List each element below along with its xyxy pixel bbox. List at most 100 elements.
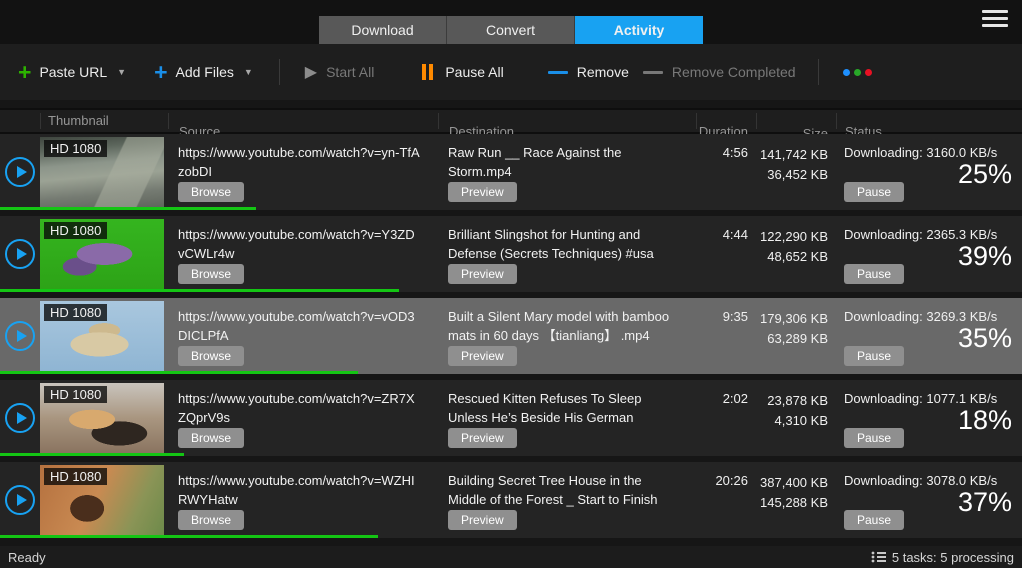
play-button[interactable] [5,157,35,187]
percent-text: 25% [958,159,1012,190]
size-downloaded: 63,289 KB [756,329,828,349]
header-play-column [0,113,40,129]
remove-completed-button[interactable]: Remove Completed [643,64,796,80]
header-duration: Duration [696,113,756,129]
size-downloaded: 36,452 KB [756,165,828,185]
add-files-button[interactable]: + Add Files ▼ [154,62,253,82]
preview-button[interactable]: Preview [448,510,517,530]
chevron-down-icon[interactable]: ▼ [244,67,253,77]
progress-bar [0,453,184,456]
download-list: HD 1080 https://www.youtube.com/watch?v=… [0,134,1022,538]
duration-value: 4:56 [696,134,756,210]
table-row[interactable]: HD 1080 https://www.youtube.com/watch?v=… [0,216,1022,292]
duration-value: 4:44 [696,216,756,292]
source-url: https://www.youtube.com/watch?v=vOD3DICL… [178,307,420,345]
destination-filename: Rescued Kitten Refuses To Sleep Unless H… [448,389,678,427]
preview-button[interactable]: Preview [448,428,517,448]
tab-download[interactable]: Download [319,16,447,44]
table-row[interactable]: HD 1080 https://www.youtube.com/watch?v=… [0,298,1022,374]
browse-button[interactable]: Browse [178,182,244,202]
header-status: Status [836,113,1022,129]
play-button[interactable] [5,321,35,351]
tab-convert[interactable]: Convert [447,16,575,44]
preview-button[interactable]: Preview [448,264,517,284]
table-row[interactable]: HD 1080 https://www.youtube.com/watch?v=… [0,380,1022,456]
tab-activity[interactable]: Activity [575,16,703,44]
browse-button[interactable]: Browse [178,346,244,366]
pause-button[interactable]: Pause [844,510,904,530]
quality-badge: HD 1080 [44,468,107,485]
status-ready-text: Ready [8,550,46,565]
add-files-label: Add Files [176,64,234,80]
size-total: 387,400 KB [756,473,828,493]
paste-url-button[interactable]: + Paste URL ▼ [18,62,126,82]
play-icon [17,494,27,506]
chevron-down-icon[interactable]: ▼ [117,67,126,77]
plus-icon: + [154,62,167,82]
toolbar-divider [818,59,819,85]
pause-button[interactable]: Pause [844,264,904,284]
pause-button[interactable]: Pause [844,346,904,366]
table-row[interactable]: HD 1080 https://www.youtube.com/watch?v=… [0,134,1022,210]
size-total: 179,306 KB [756,309,828,329]
tasks-count-text: 5 tasks: 5 processing [892,550,1014,565]
status-bar: Ready 5 tasks: 5 processing [0,546,1022,568]
duration-value: 2:02 [696,380,756,456]
progress-bar [0,535,378,538]
play-button[interactable] [5,239,35,269]
destination-filename: Built a Silent Mary model with bamboo ma… [448,307,678,345]
quality-badge: HD 1080 [44,140,107,157]
browse-button[interactable]: Browse [178,428,244,448]
video-thumbnail: HD 1080 [40,465,164,535]
video-thumbnail: HD 1080 [40,137,164,207]
source-url: https://www.youtube.com/watch?v=ZR7XZQpr… [178,389,420,427]
toolbar-divider [279,59,280,85]
progress-bar [0,289,399,292]
remove-label: Remove [577,64,629,80]
pause-icon [422,64,436,80]
start-all-button[interactable]: ▶ Start All [305,62,375,82]
percent-text: 37% [958,487,1012,518]
destination-filename: Building Secret Tree House in the Middle… [448,471,678,509]
more-options-dots[interactable] [843,69,876,76]
quality-badge: HD 1080 [44,304,107,321]
hamburger-menu-icon[interactable] [982,10,1008,31]
start-all-label: Start All [326,64,374,80]
pause-all-button[interactable]: Pause All [422,64,503,80]
header-source: Source [168,113,438,129]
source-url: https://www.youtube.com/watch?v=WZHIRWYH… [178,471,420,509]
header-destination: Destination [438,113,696,129]
source-url: https://www.youtube.com/watch?v=yn-TfAzo… [178,143,420,181]
browse-button[interactable]: Browse [178,510,244,530]
title-bar: Download Convert Activity [0,0,1022,44]
browse-button[interactable]: Browse [178,264,244,284]
source-url: https://www.youtube.com/watch?v=Y3ZDvCWL… [178,225,420,263]
remove-completed-label: Remove Completed [672,64,796,80]
red-dot-icon [865,69,872,76]
remove-completed-dash-icon [643,71,663,74]
video-thumbnail: HD 1080 [40,383,164,453]
blue-dot-icon [843,69,850,76]
play-button[interactable] [5,485,35,515]
size-total: 141,742 KB [756,145,828,165]
pause-button[interactable]: Pause [844,428,904,448]
status-text: Downloading: 1077.1 KB/s [844,391,1010,406]
duration-value: 9:35 [696,298,756,374]
quality-badge: HD 1080 [44,386,107,403]
table-row[interactable]: HD 1080 https://www.youtube.com/watch?v=… [0,462,1022,538]
header-size: Size [756,113,836,129]
play-icon [17,248,27,260]
play-icon: ▶ [305,62,317,82]
preview-button[interactable]: Preview [448,346,517,366]
play-button[interactable] [5,403,35,433]
pause-button[interactable]: Pause [844,182,904,202]
size-total: 23,878 KB [756,391,828,411]
progress-bar [0,207,256,210]
video-thumbnail: HD 1080 [40,301,164,371]
preview-button[interactable]: Preview [448,182,517,202]
duration-value: 20:26 [696,462,756,538]
percent-text: 39% [958,241,1012,272]
remove-button[interactable]: Remove [548,64,629,80]
green-dot-icon [854,69,861,76]
destination-filename: Raw Run __ Race Against the Storm.mp4 [448,143,678,181]
